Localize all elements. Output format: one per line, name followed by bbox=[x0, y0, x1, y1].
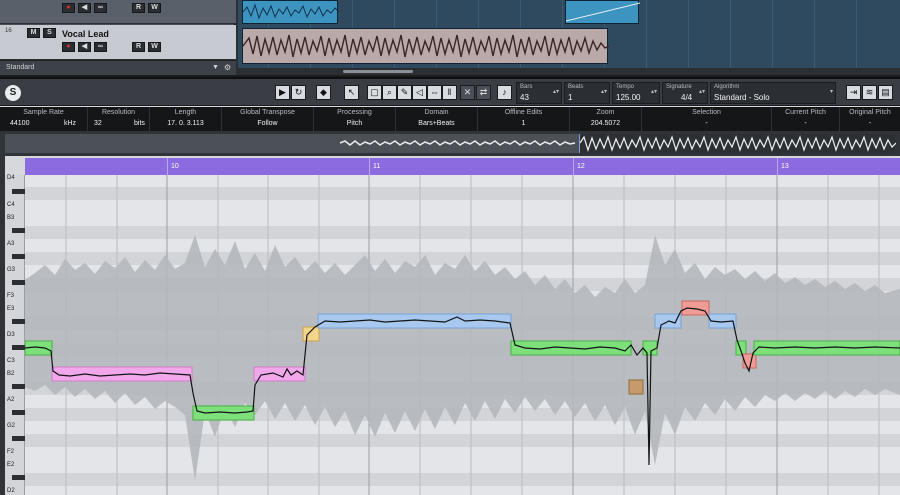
horizontal-scrollbar[interactable] bbox=[238, 68, 900, 75]
arrange-area: ● ◀ ∞ R W 16 M S Vocal Lead ● ◀ ∞ R W St… bbox=[0, 0, 900, 75]
info-domain[interactable]: Domain Bars+Beats bbox=[396, 107, 478, 131]
vari-audio-icon[interactable]: ≋ bbox=[862, 85, 877, 100]
write-automation-button[interactable]: W bbox=[148, 42, 161, 52]
tempo-field[interactable]: Tempo 125.00 ▴▾ bbox=[612, 82, 660, 104]
algorithm-select[interactable]: Algorithm Standard - Solo ▾ bbox=[710, 82, 836, 104]
play-icon[interactable]: ▶ bbox=[275, 85, 290, 100]
info-length[interactable]: Length 17. 0. 3.113 bbox=[150, 107, 222, 131]
pitch-keyboard[interactable]: D4 C4 B3 A3 G3 F3 E3 D3 C3 B2 A2 G2 F2 E… bbox=[5, 175, 25, 495]
audio-clip[interactable] bbox=[242, 0, 340, 24]
vari-audio-canvas[interactable] bbox=[25, 175, 900, 495]
info-line: Sample Rate 44100 kHz Resolution 32 bits… bbox=[0, 107, 900, 131]
warp-icon[interactable]: ‖ bbox=[442, 85, 457, 100]
snap-icon[interactable]: ✕ bbox=[460, 85, 475, 100]
audio-warp-icon[interactable]: ⇥ bbox=[846, 85, 861, 100]
audio-clip-vocal-lead[interactable] bbox=[242, 28, 610, 64]
note-icon[interactable]: ♪ bbox=[497, 85, 512, 100]
bar-ruler[interactable]: 10 11 12 13 bbox=[25, 158, 900, 175]
cubase-window: ● ◀ ∞ R W 16 M S Vocal Lead ● ◀ ∞ R W St… bbox=[0, 0, 900, 495]
scrollbar-thumb[interactable] bbox=[343, 70, 413, 73]
gear-icon[interactable]: ⚙ bbox=[224, 63, 231, 72]
arrange-lanes[interactable] bbox=[238, 0, 900, 75]
info-offline-edits[interactable]: Offline Edits 1 bbox=[478, 107, 570, 131]
info-processing[interactable]: Processing Pitch bbox=[314, 107, 396, 131]
scrub-icon[interactable]: ⇔ bbox=[427, 85, 442, 100]
sample-editor: S ▶ ↻ ◆ ↖ ▢ ⌕ ✎ ◁ ⇔ ‖ ✕ ⇄ ♪ Bars 43 ▴▾ Bea… bbox=[0, 77, 900, 495]
info-resolution[interactable]: Resolution 32 bits bbox=[88, 107, 150, 131]
chevron-down-icon[interactable]: ▼ bbox=[212, 64, 219, 71]
pitch-segment-green[interactable] bbox=[192, 405, 255, 421]
info-sample-rate[interactable]: Sample Rate 44100 kHz bbox=[0, 107, 88, 131]
read-automation-button[interactable]: R bbox=[132, 42, 145, 52]
ruler-bar-label: 10 bbox=[171, 163, 179, 170]
monitor-button[interactable]: ◀ bbox=[78, 3, 91, 13]
track-list: ● ◀ ∞ R W 16 M S Vocal Lead ● ◀ ∞ R W St… bbox=[0, 0, 236, 75]
track-preset-label[interactable]: Standard bbox=[6, 64, 34, 71]
record-enable-button[interactable]: ● bbox=[62, 42, 75, 52]
play-tool-icon[interactable]: ◁ bbox=[412, 85, 427, 100]
track-preset-bar: Standard ▼ ⚙ bbox=[0, 60, 236, 75]
write-automation-button[interactable]: W bbox=[148, 3, 161, 13]
draw-icon[interactable]: ✎ bbox=[397, 85, 412, 100]
ruler-bar-label: 12 bbox=[577, 163, 585, 170]
info-selection[interactable]: Selection - bbox=[642, 107, 772, 131]
info-zoom[interactable]: Zoom 204.5072 bbox=[570, 107, 642, 131]
snap-zero-icon[interactable]: ⇄ bbox=[476, 85, 491, 100]
overview-view-window[interactable] bbox=[579, 134, 897, 153]
mute-button[interactable]: M bbox=[27, 28, 40, 38]
link-button[interactable]: ∞ bbox=[94, 3, 107, 13]
track-row-upper[interactable]: ● ◀ ∞ R W bbox=[0, 0, 236, 24]
info-global-transpose[interactable]: Global Transpose Follow bbox=[222, 107, 314, 131]
pitch-segment-yellow[interactable] bbox=[302, 326, 320, 342]
editor-toolbar: S ▶ ↻ ◆ ↖ ▢ ⌕ ✎ ◁ ⇔ ‖ ✕ ⇄ ♪ Bars 43 ▴▾ Bea… bbox=[0, 79, 900, 106]
audition-volume-icon[interactable]: ◆ bbox=[316, 85, 331, 100]
solo-button[interactable]: S bbox=[43, 28, 56, 38]
ruler-bar-label: 11 bbox=[373, 163, 381, 170]
read-automation-button[interactable]: R bbox=[132, 3, 145, 13]
track-row-vocal-lead[interactable]: 16 M S Vocal Lead ● ◀ ∞ R W bbox=[0, 25, 236, 60]
overview-waveform[interactable] bbox=[0, 131, 900, 156]
range-select-icon[interactable]: ▢ bbox=[367, 85, 382, 100]
ruler-bar-label: 13 bbox=[781, 163, 789, 170]
info-original-pitch[interactable]: Original Pitch - bbox=[840, 107, 900, 131]
info-current-pitch[interactable]: Current Pitch - bbox=[772, 107, 840, 131]
track-number: 16 bbox=[5, 28, 12, 34]
pitch-segment-pink[interactable] bbox=[253, 366, 306, 382]
level-icon[interactable]: ▤ bbox=[878, 85, 893, 100]
editor-logo-icon[interactable]: S bbox=[5, 85, 21, 101]
signature-field[interactable]: Signature 4/4 ▴▾ bbox=[662, 82, 708, 104]
pitch-segment-green[interactable] bbox=[642, 340, 658, 356]
audio-clip[interactable] bbox=[565, 0, 641, 24]
beats-field[interactable]: Beats 1 ▴▾ bbox=[564, 82, 610, 104]
monitor-button[interactable]: ◀ bbox=[78, 42, 91, 52]
link-button[interactable]: ∞ bbox=[94, 42, 107, 52]
zoom-icon[interactable]: ⌕ bbox=[382, 85, 397, 100]
record-enable-button[interactable]: ● bbox=[62, 3, 75, 13]
track-name[interactable]: Vocal Lead bbox=[62, 29, 109, 39]
pitch-segment-brown[interactable] bbox=[628, 379, 644, 395]
bar-field[interactable]: Bars 43 ▴▾ bbox=[516, 82, 562, 104]
loop-icon[interactable]: ↻ bbox=[291, 85, 306, 100]
object-select-icon[interactable]: ↖ bbox=[344, 85, 359, 100]
